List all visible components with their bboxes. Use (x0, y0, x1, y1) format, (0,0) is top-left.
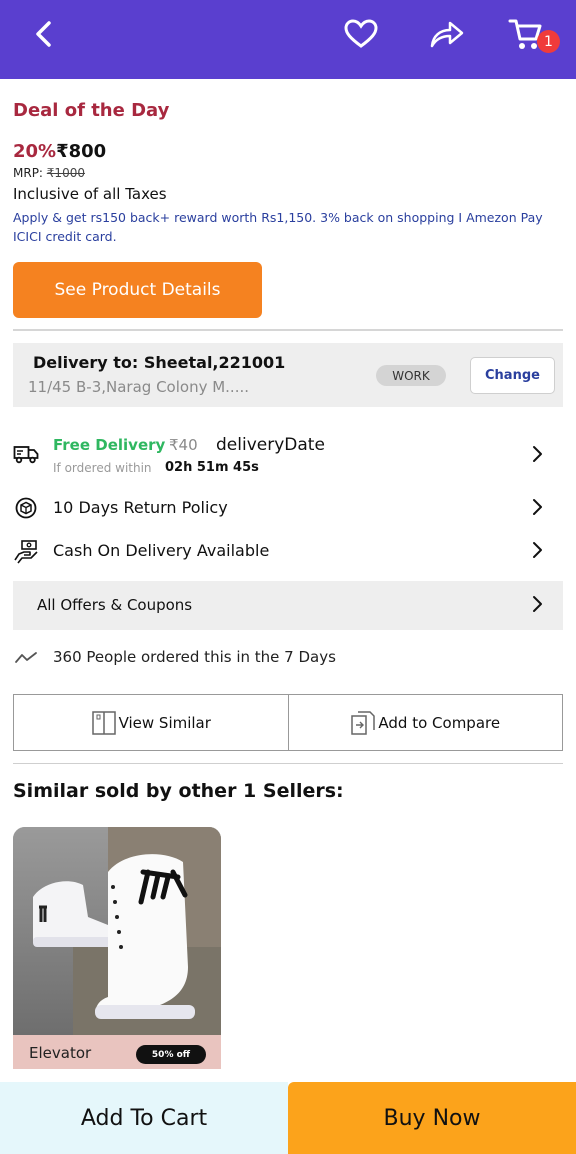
truck-icon (13, 441, 39, 467)
heart-icon[interactable] (341, 14, 381, 54)
view-similar-label: View Similar (118, 713, 211, 732)
trend-icon (13, 645, 39, 671)
back-arrow-icon[interactable] (24, 14, 64, 54)
view-similar-icon (91, 710, 116, 735)
people-ordered-text: 360 People ordered this in the 7 Days (53, 648, 336, 666)
bottom-action-bar: Add To Cart Buy Now (0, 1082, 576, 1154)
cod-label: Cash On Delivery Available (53, 541, 270, 560)
discount-percent: 20% (13, 141, 57, 162)
price-value: ₹800 (56, 141, 107, 162)
return-policy-label: 10 Days Return Policy (53, 498, 228, 517)
similar-compare-actions: View Similar Add to Compare (13, 694, 563, 751)
cash-hand-icon (13, 538, 39, 564)
chevron-right-icon[interactable] (528, 595, 546, 613)
add-to-compare-button[interactable]: Add to Compare (287, 695, 563, 750)
deal-label: Deal of the Day (13, 100, 170, 121)
address-type-tag: WORK (376, 365, 446, 386)
add-to-cart-button[interactable]: Add To Cart (0, 1082, 288, 1154)
price-row: 20%₹800 (13, 141, 106, 162)
chevron-right-icon[interactable] (528, 498, 546, 516)
taxes-note: Inclusive of all Taxes (13, 185, 167, 203)
view-similar-button[interactable]: View Similar (14, 695, 288, 750)
divider (13, 329, 563, 331)
mrp-label: MRP: (13, 166, 47, 180)
product-name: Elevator (29, 1044, 92, 1062)
share-icon[interactable] (427, 14, 467, 54)
if-ordered-label: If ordered within (53, 461, 152, 475)
compare-icon (351, 710, 376, 735)
chevron-right-icon[interactable] (528, 445, 546, 463)
chevron-right-icon[interactable] (528, 541, 546, 559)
offers-label: All Offers & Coupons (37, 596, 193, 614)
offers-coupons-row[interactable]: All Offers & Coupons (13, 581, 563, 630)
discount-badge: 50% off (136, 1045, 206, 1064)
similar-sellers-title: Similar sold by other 1 Sellers: (13, 780, 344, 802)
see-product-details-button[interactable]: See Product Details (13, 262, 262, 318)
bank-offer-text[interactable]: Apply & get rs150 back+ reward worth Rs1… (13, 208, 553, 246)
delivery-fee: ₹40 (169, 436, 198, 454)
delivery-date: deliveryDate (216, 435, 325, 455)
mrp-value: ₹1000 (46, 166, 85, 180)
top-app-bar: 1 (0, 0, 576, 79)
similar-product-card[interactable]: Elevator 50% off (13, 827, 221, 1069)
return-box-icon (13, 495, 39, 521)
delivery-address-card: Delivery to: Sheetal,221001 11/45 B-3,Na… (13, 343, 563, 407)
product-image (13, 827, 221, 1035)
product-card-footer: Elevator 50% off (13, 1035, 221, 1069)
buy-now-button[interactable]: Buy Now (288, 1082, 576, 1154)
mrp: MRP: ₹1000 (13, 166, 85, 180)
change-address-button[interactable]: Change (470, 357, 555, 394)
free-delivery-label: Free Delivery (53, 436, 166, 454)
cart-count-badge: 1 (537, 30, 560, 53)
delivery-title: Delivery to: Sheetal,221001 (33, 353, 286, 372)
delivery-address: 11/45 B-3,Narag Colony M..... (28, 378, 250, 396)
add-compare-label: Add to Compare (378, 713, 501, 732)
divider (13, 763, 563, 764)
order-countdown: 02h 51m 45s (165, 460, 259, 475)
